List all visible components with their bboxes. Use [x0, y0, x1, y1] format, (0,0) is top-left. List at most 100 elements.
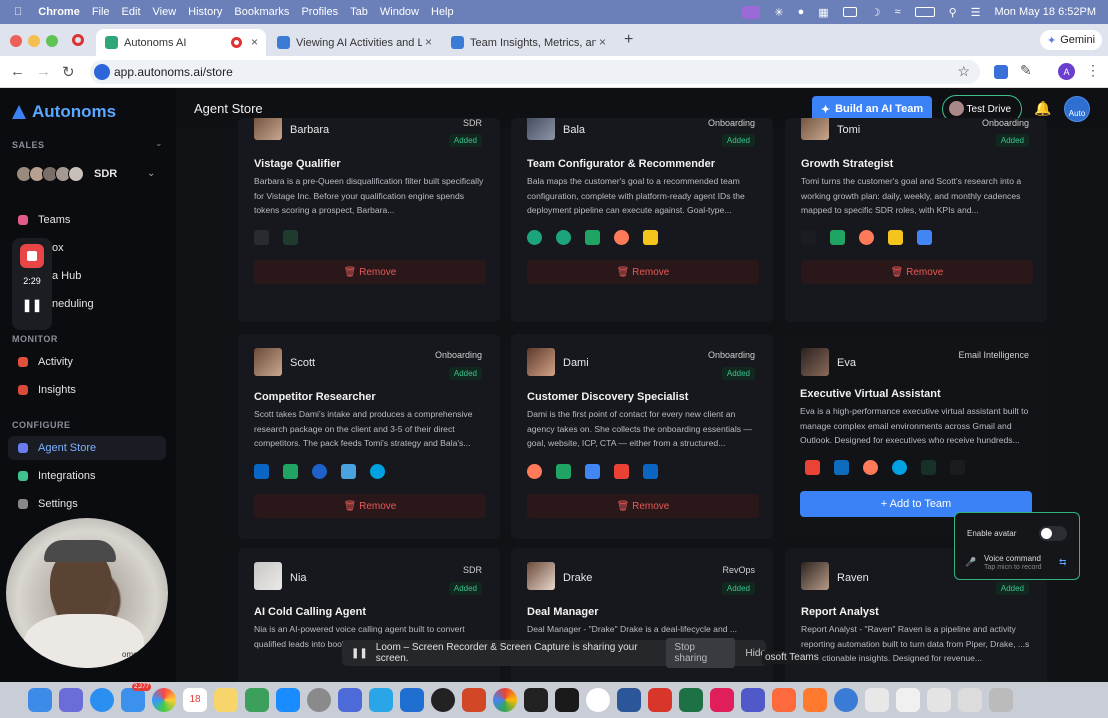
wifi-icon[interactable]: ≈ [895, 6, 901, 18]
excel-icon[interactable] [679, 688, 703, 712]
app-store-icon[interactable] [276, 688, 300, 712]
chevron-down-icon[interactable]: ⌄ [155, 138, 163, 149]
windows-app-icon[interactable] [369, 688, 393, 712]
calendar-icon[interactable]: 18 [183, 688, 207, 712]
xcode-icon[interactable] [338, 688, 362, 712]
battery-icon[interactable] [914, 7, 935, 17]
terminal-icon[interactable] [524, 688, 548, 712]
chevron-down-icon[interactable]: ⌄ [147, 168, 155, 179]
search-icon[interactable]: ⚲ [949, 6, 957, 19]
window-icon[interactable] [842, 7, 857, 17]
menu-tab[interactable]: Tab [350, 6, 368, 18]
acrobat-icon[interactable] [648, 688, 672, 712]
tab-viewing-ai[interactable]: Viewing AI Activities and Live... × [268, 29, 440, 56]
window-close-button[interactable] [10, 35, 22, 47]
bell-icon[interactable]: 🔔 [1034, 100, 1051, 117]
sidebar-item-teams[interactable]: Teams [18, 214, 70, 226]
gemini-button[interactable]: ✦ Gemini [1040, 30, 1102, 50]
chrome-icon[interactable] [493, 688, 517, 712]
microphone-icon[interactable]: 🎤 [965, 557, 976, 568]
maps-icon[interactable] [245, 688, 269, 712]
menubar-app-name[interactable]: Chrome [38, 6, 80, 18]
finder-icon[interactable] [28, 688, 52, 712]
close-tab-icon[interactable]: × [599, 35, 606, 49]
stop-recording-button[interactable] [20, 244, 44, 268]
menu-history[interactable]: History [188, 6, 222, 18]
pen-app-icon[interactable] [803, 688, 827, 712]
sidebar-item-integrations[interactable]: Integrations [18, 470, 95, 482]
safari-icon[interactable] [90, 688, 114, 712]
swap-icon[interactable]: ⇆ [1059, 557, 1067, 568]
sidebar-item-insights[interactable]: Insights [18, 384, 76, 396]
menu-file[interactable]: File [92, 6, 110, 18]
teams-icon[interactable] [741, 688, 765, 712]
grid-icon[interactable]: ▦ [818, 6, 828, 19]
close-tab-icon[interactable]: × [251, 35, 258, 49]
extension-icon[interactable] [994, 65, 1008, 79]
reload-icon[interactable]: ↻ [62, 63, 75, 81]
outlook-icon[interactable] [400, 688, 424, 712]
spark-icon[interactable]: ✳ [774, 6, 783, 19]
menu-profiles[interactable]: Profiles [301, 6, 338, 18]
mail-icon[interactable]: 2,277 [121, 683, 151, 712]
slack-icon[interactable] [710, 688, 734, 712]
trash-icon[interactable] [989, 688, 1013, 712]
profile-avatar[interactable]: A [1058, 63, 1075, 80]
window-thumbnail-icon[interactable] [958, 688, 982, 712]
remove-button[interactable]: 🗑 Remove [527, 494, 759, 518]
menu-view[interactable]: View [153, 6, 177, 18]
autonoms-logo[interactable]: Autonoms [12, 102, 116, 122]
menu-window[interactable]: Window [380, 6, 419, 18]
puzzle-icon[interactable]: ✎ [1020, 62, 1032, 79]
apple-icon[interactable]:  [14, 6, 22, 18]
sidebar-item-settings[interactable]: Settings [18, 498, 78, 510]
back-icon[interactable]: ← [10, 63, 25, 80]
menu-bookmarks[interactable]: Bookmarks [234, 6, 289, 18]
claude-icon[interactable] [772, 688, 796, 712]
remove-button[interactable]: 🗑 Remove [254, 260, 486, 284]
firefox-icon[interactable] [431, 688, 455, 712]
address-bar[interactable]: app.autonoms.ai/store ☆ [90, 60, 980, 84]
team-selector[interactable]: SDR [16, 166, 117, 182]
shield-icon[interactable]: ● [798, 6, 805, 18]
record-indicator-icon[interactable] [72, 34, 84, 46]
sidebar-item-agent-store[interactable]: Agent Store [18, 442, 96, 454]
enable-avatar-toggle[interactable] [1039, 526, 1067, 541]
system-settings-icon[interactable] [307, 688, 331, 712]
tab-autonoms[interactable]: Autonoms AI × [96, 29, 266, 56]
window-minimize-button[interactable] [28, 35, 40, 47]
sidebar-item-inbox[interactable]: ox [52, 242, 64, 254]
remove-button[interactable]: 🗑 Remove [801, 260, 1033, 284]
remove-button[interactable]: 🗑 Remove [527, 260, 759, 284]
more-menu-icon[interactable]: ⋮ [1086, 62, 1100, 79]
menubar-datetime[interactable]: Mon May 18 6:52PM [995, 6, 1097, 18]
menu-help[interactable]: Help [431, 6, 454, 18]
site-info-icon[interactable] [94, 64, 110, 80]
window-zoom-button[interactable] [46, 35, 58, 47]
bookmark-star-icon[interactable]: ☆ [957, 63, 970, 80]
powerpoint-icon[interactable] [462, 688, 486, 712]
menu-edit[interactable]: Edit [122, 6, 141, 18]
sidebar-item-activity[interactable]: Activity [18, 356, 73, 368]
window-thumbnail-icon[interactable] [927, 688, 951, 712]
close-tab-icon[interactable]: × [425, 35, 432, 49]
new-tab-icon[interactable]: + [624, 31, 633, 49]
user-avatar[interactable]: Auto [1064, 96, 1090, 122]
word-icon[interactable] [617, 688, 641, 712]
tab-team-insights[interactable]: Team Insights, Metrics, and R... × [442, 29, 614, 56]
globe-icon[interactable] [834, 688, 858, 712]
1password-icon[interactable] [586, 688, 610, 712]
stop-sharing-button[interactable]: Stop sharing [666, 638, 736, 668]
screen-mirror-icon[interactable] [742, 5, 761, 19]
window-thumbnail-icon[interactable] [865, 688, 889, 712]
remove-button[interactable]: 🗑 Remove [254, 494, 486, 518]
sidebar-item-data-hub[interactable]: a Hub [52, 270, 81, 282]
pause-recording-button[interactable]: ❚❚ [12, 298, 52, 312]
photos-icon[interactable] [152, 688, 176, 712]
window-thumbnail-icon[interactable] [896, 688, 920, 712]
launchpad-icon[interactable] [59, 688, 83, 712]
chatgpt-icon[interactable] [555, 688, 579, 712]
notes-icon[interactable] [214, 688, 238, 712]
forward-icon[interactable]: → [36, 63, 51, 80]
control-center-icon[interactable]: ☰ [971, 6, 981, 19]
